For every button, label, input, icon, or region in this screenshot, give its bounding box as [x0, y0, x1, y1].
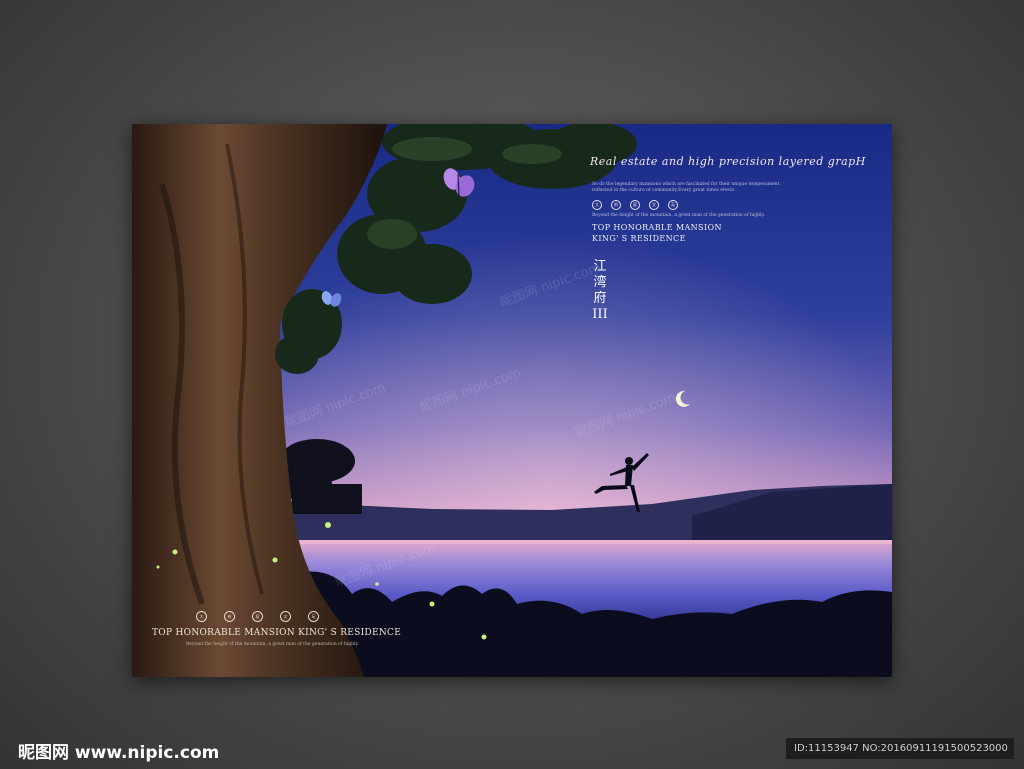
poster-image: Real estate and high precision layered g… [132, 124, 892, 677]
site-brand-logo: 昵图网 www.nipic.com [18, 743, 220, 763]
seal-char: 大 [592, 200, 602, 210]
seal-char: 庭 [630, 200, 640, 210]
seal-char: 苑 [308, 611, 319, 622]
vertical-title-char: 府 [593, 291, 607, 306]
seal-char: 府 [224, 611, 235, 622]
bottom-subline: Beyond the height of the mountain, a gre… [186, 642, 359, 647]
seal-char: 苑 [668, 200, 678, 210]
seal-row: 大 府 庭 文 苑 [592, 200, 678, 210]
seal-char: 大 [196, 611, 207, 622]
tagline-residence: KING' S RESIDENCE [592, 234, 686, 243]
seal-char: 府 [611, 200, 621, 210]
tagline-mansion: TOP HONORABLE MANSION [592, 223, 722, 232]
vertical-title-char: III [592, 307, 608, 322]
intro-line-2: reflected in the culture of community.Ev… [592, 188, 735, 193]
bottom-seal-row: 大 府 庭 文 苑 [196, 611, 319, 622]
bottom-tagline: TOP HONORABLE MANSION KING' S RESIDENCE [152, 628, 402, 638]
seal-char: 庭 [252, 611, 263, 622]
beyond-line: Beyond the height of the mountain, a gre… [592, 213, 765, 218]
headline-text: Real estate and high precision layered g… [590, 155, 866, 168]
image-id-label: ID:11153947 NO:20160911191500523000 [786, 738, 1014, 759]
seal-char: 文 [649, 200, 659, 210]
night-scene [132, 124, 892, 677]
seal-char: 文 [280, 611, 291, 622]
